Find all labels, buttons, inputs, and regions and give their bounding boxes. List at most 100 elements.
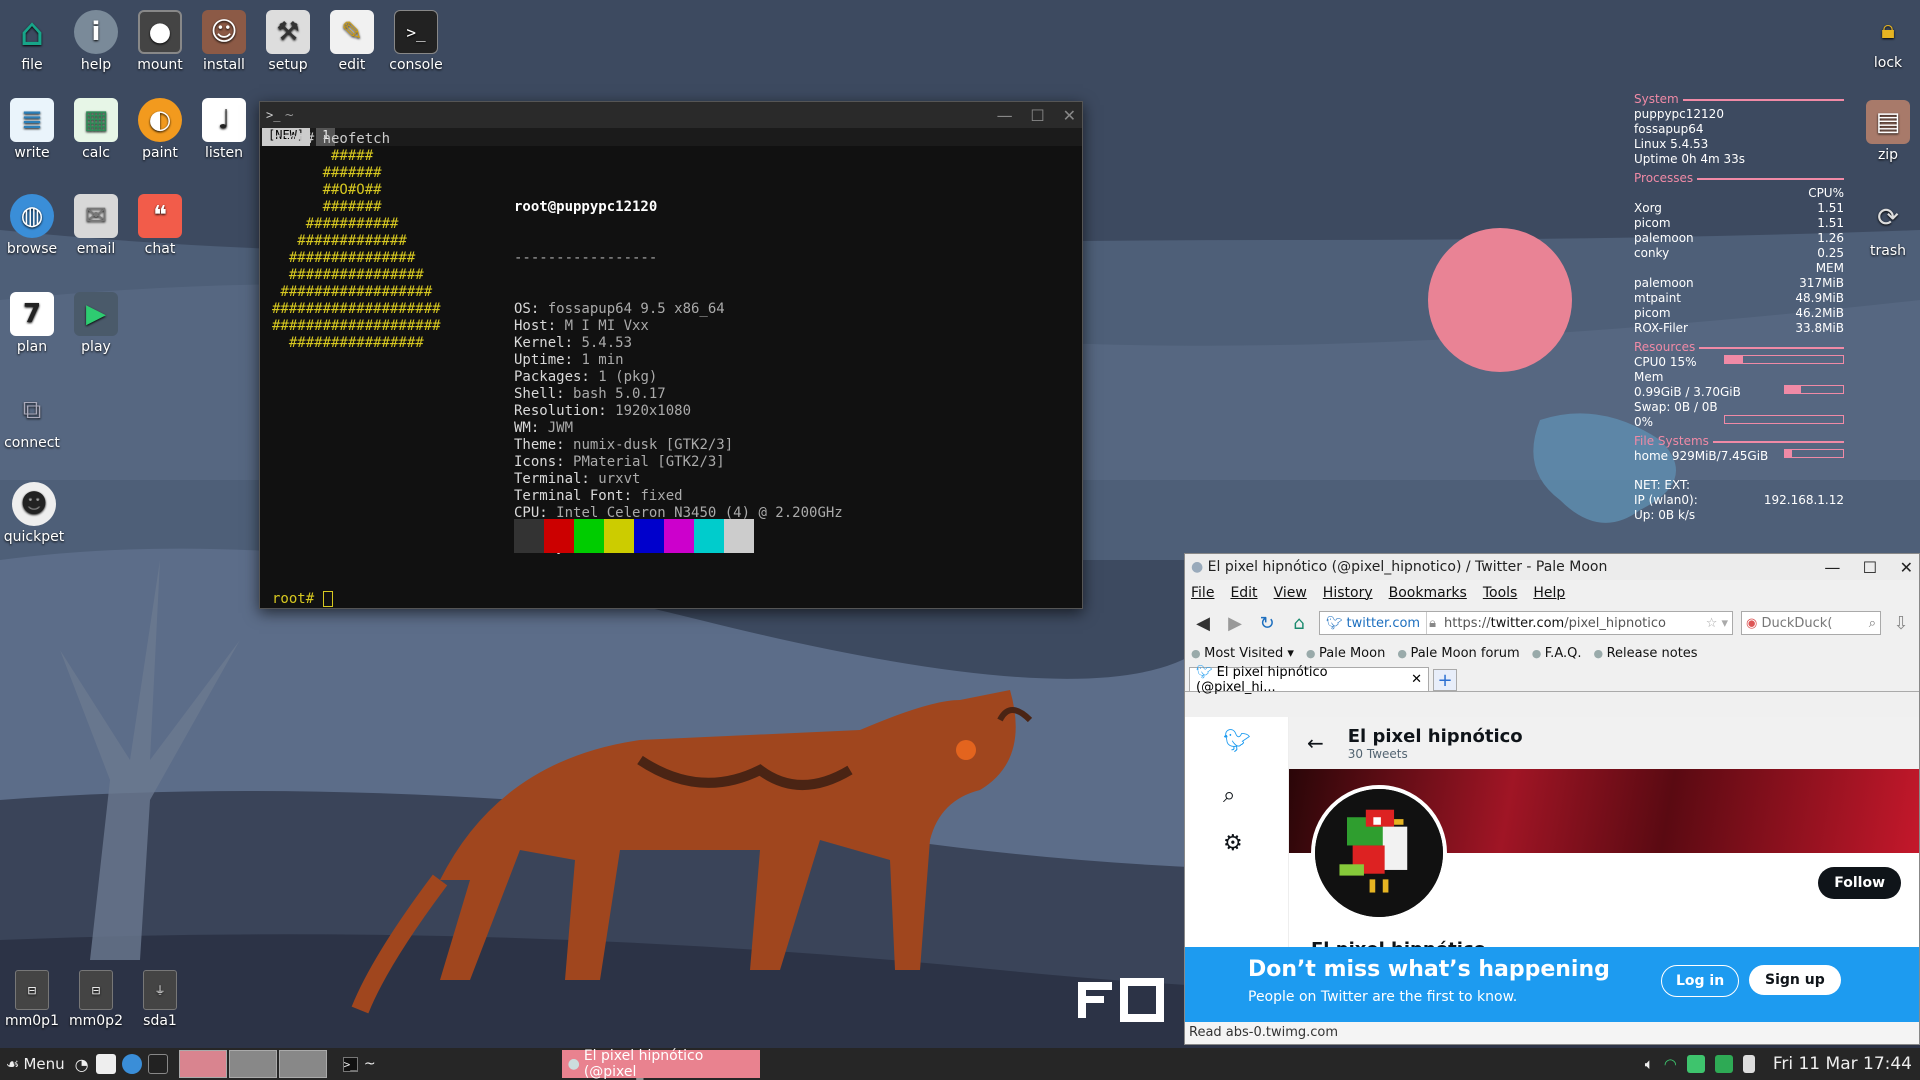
- menu-tools[interactable]: Tools: [1483, 585, 1518, 601]
- signup-button[interactable]: Sign up: [1749, 965, 1841, 995]
- desktop-icon-help[interactable]: i help: [60, 10, 132, 73]
- desktop-icon-chat[interactable]: ❝ chat: [124, 194, 196, 257]
- conky-process-row: picom 46.2MiB: [1634, 306, 1844, 321]
- back-icon[interactable]: ◀: [1191, 611, 1215, 635]
- desktop-icon-console[interactable]: >_ console: [380, 10, 452, 73]
- avatar[interactable]: [1311, 785, 1447, 921]
- firewall-shield-icon[interactable]: [1714, 1055, 1733, 1073]
- gear-icon[interactable]: ⚙: [1223, 831, 1243, 856]
- taskbar: ☙ Menu ◔ >_ ~ ● El pixel hipnótico (@pix…: [0, 1048, 1920, 1080]
- search-icon[interactable]: ⌕: [1869, 616, 1876, 631]
- forward-icon[interactable]: ▶: [1223, 611, 1247, 635]
- desktop-icon-paint[interactable]: ◐ paint: [124, 98, 196, 161]
- desktop-drive-sda1[interactable]: ⏚ sda1: [124, 970, 196, 1029]
- menu-file[interactable]: File: [1191, 585, 1214, 601]
- menu-history[interactable]: History: [1323, 585, 1373, 601]
- minimize-icon[interactable]: —: [1824, 558, 1840, 577]
- back-arrow-icon[interactable]: ←: [1307, 731, 1324, 755]
- profile-header-name: El pixel hipnótico: [1347, 725, 1523, 747]
- menu-view[interactable]: View: [1274, 585, 1307, 601]
- terminal-output[interactable]: root# neofetch ##### ####### ##O#O## ###…: [272, 131, 1076, 607]
- desktop-icon-file[interactable]: ⌂ file: [0, 10, 68, 73]
- follow-button[interactable]: Follow: [1818, 867, 1901, 899]
- conky-mem-value: 0.99GiB / 3.70GiB: [1634, 385, 1844, 400]
- url-bar[interactable]: 🐦︎ twitter.com 🔒︎ https://twitter.com/pix…: [1319, 611, 1733, 635]
- bookmark-star-icon[interactable]: ☆ ▾: [1706, 616, 1732, 631]
- workspace-3[interactable]: [278, 1050, 327, 1078]
- palette-swatch: [604, 519, 634, 553]
- browser-titlebar[interactable]: ● El pixel hipnótico (@pixel_hipnotico) …: [1185, 554, 1919, 580]
- reload-icon[interactable]: ↻: [1255, 611, 1279, 635]
- close-icon[interactable]: ✕: [1063, 106, 1076, 125]
- desktop-icon-browse[interactable]: ◍ browse: [0, 194, 68, 257]
- desktop-icon-edit[interactable]: ✎ edit: [316, 10, 388, 73]
- process-name: palemoon: [1634, 276, 1694, 290]
- menu-bookmarks[interactable]: Bookmarks: [1389, 585, 1467, 601]
- bookmark-item[interactable]: Most Visited ▾: [1191, 646, 1294, 661]
- maximize-icon[interactable]: ☐: [1030, 106, 1044, 125]
- url-text[interactable]: https://twitter.com/pixel_hipnotico: [1438, 616, 1706, 631]
- desktop-icon-play[interactable]: ▶ play: [60, 292, 132, 355]
- process-name: picom: [1634, 306, 1671, 320]
- logo-line: ################: [272, 335, 424, 351]
- terminal-window[interactable]: >_ ~ — ☐ ✕ [NEW] 1 root# neofetch ##### …: [259, 101, 1083, 609]
- volume-icon[interactable]: 🔈︎: [1645, 1055, 1654, 1073]
- browser-window[interactable]: ● El pixel hipnótico (@pixel_hipnotico) …: [1184, 553, 1920, 1045]
- desktop-drive-mm0p1[interactable]: ⊟ mm0p1: [0, 970, 68, 1029]
- info-value: 1 min: [581, 352, 624, 368]
- terminal-launcher-icon[interactable]: [147, 1054, 168, 1074]
- menu-help[interactable]: Help: [1533, 585, 1565, 601]
- desktop-icon-lock[interactable]: 🔒︎ lock: [1852, 8, 1920, 72]
- desktop-icon-email[interactable]: ✉ email: [60, 194, 132, 257]
- home-icon[interactable]: ⌂: [1287, 611, 1311, 635]
- browser-tab[interactable]: 🐦︎ El pixel hipnótico (@pixel_hi... ✕: [1189, 665, 1429, 695]
- taskbar-item-browser[interactable]: ● El pixel hipnótico (@pixel_: [561, 1048, 760, 1080]
- minimize-icon[interactable]: —: [997, 106, 1013, 125]
- terminal-titlebar[interactable]: >_ ~ — ☐ ✕: [260, 102, 1082, 128]
- desktop-icon-zip[interactable]: ▤ zip: [1852, 100, 1920, 163]
- workspace-1[interactable]: [178, 1050, 227, 1078]
- desktop-icon-write[interactable]: ≣ write: [0, 98, 68, 161]
- tab-close-icon[interactable]: ✕: [1411, 672, 1422, 687]
- twitter-logo-icon[interactable]: 🐦︎: [1223, 729, 1251, 754]
- wifi-icon[interactable]: ◠: [1664, 1055, 1677, 1073]
- download-icon[interactable]: ⇩: [1889, 611, 1913, 635]
- palette-icon: ◐: [138, 98, 182, 142]
- bookmark-item[interactable]: Pale Moon: [1306, 646, 1385, 661]
- workspace-2[interactable]: [228, 1050, 277, 1078]
- desktop-icon-install[interactable]: ☺ install: [188, 10, 260, 73]
- clipboard-icon[interactable]: [1742, 1055, 1755, 1073]
- taskbar-item-terminal[interactable]: >_ ~: [337, 1050, 382, 1078]
- search-input[interactable]: ◉ DuckDuck(⌕: [1741, 611, 1881, 635]
- search-icon[interactable]: ⌕: [1223, 783, 1235, 808]
- info-value: fixed: [640, 488, 683, 504]
- search-icon[interactable]: ◔: [75, 1055, 89, 1074]
- package-icon: ☺: [202, 10, 246, 54]
- show-desktop-icon[interactable]: [95, 1054, 116, 1074]
- desktop-drive-mm0p2[interactable]: ⊟ mm0p2: [60, 970, 132, 1029]
- battery-icon[interactable]: [1686, 1055, 1705, 1073]
- desktop-icon-connect[interactable]: ⧉ connect: [0, 388, 68, 452]
- desktop-icon-trash[interactable]: ⟳ trash: [1852, 196, 1920, 259]
- start-menu-button[interactable]: ☙ Menu: [0, 1055, 71, 1073]
- conky-system-line: Linux 5.4.53: [1634, 137, 1709, 151]
- site-identity[interactable]: 🐦︎ twitter.com: [1320, 612, 1428, 634]
- desktop-icon-calc[interactable]: ▦ calc: [60, 98, 132, 161]
- palemoon-icon: ●: [567, 1056, 580, 1072]
- close-icon[interactable]: ✕: [1900, 558, 1913, 577]
- new-tab-button[interactable]: +: [1433, 669, 1457, 691]
- browser-launcher-icon[interactable]: [121, 1054, 142, 1074]
- bookmark-item[interactable]: Pale Moon forum: [1397, 646, 1519, 661]
- login-button[interactable]: Log in: [1661, 965, 1740, 997]
- menu-edit[interactable]: Edit: [1230, 585, 1257, 601]
- clock[interactable]: Fri 11 Mar 17:44: [1773, 1054, 1912, 1074]
- bookmark-item[interactable]: F.A.Q.: [1532, 646, 1582, 661]
- palette-swatch: [664, 519, 694, 553]
- desktop-icon-setup[interactable]: ⚒ setup: [252, 10, 324, 73]
- desktop-icon-quickpet[interactable]: ☻ quickpet: [0, 482, 70, 545]
- desktop-icon-listen[interactable]: ♩ listen: [188, 98, 260, 161]
- maximize-icon[interactable]: ☐: [1863, 558, 1877, 577]
- bookmark-item[interactable]: Release notes: [1593, 646, 1698, 661]
- desktop-icon-plan[interactable]: 7 plan: [0, 292, 68, 355]
- desktop-icon-mount[interactable]: ● mount: [124, 10, 196, 73]
